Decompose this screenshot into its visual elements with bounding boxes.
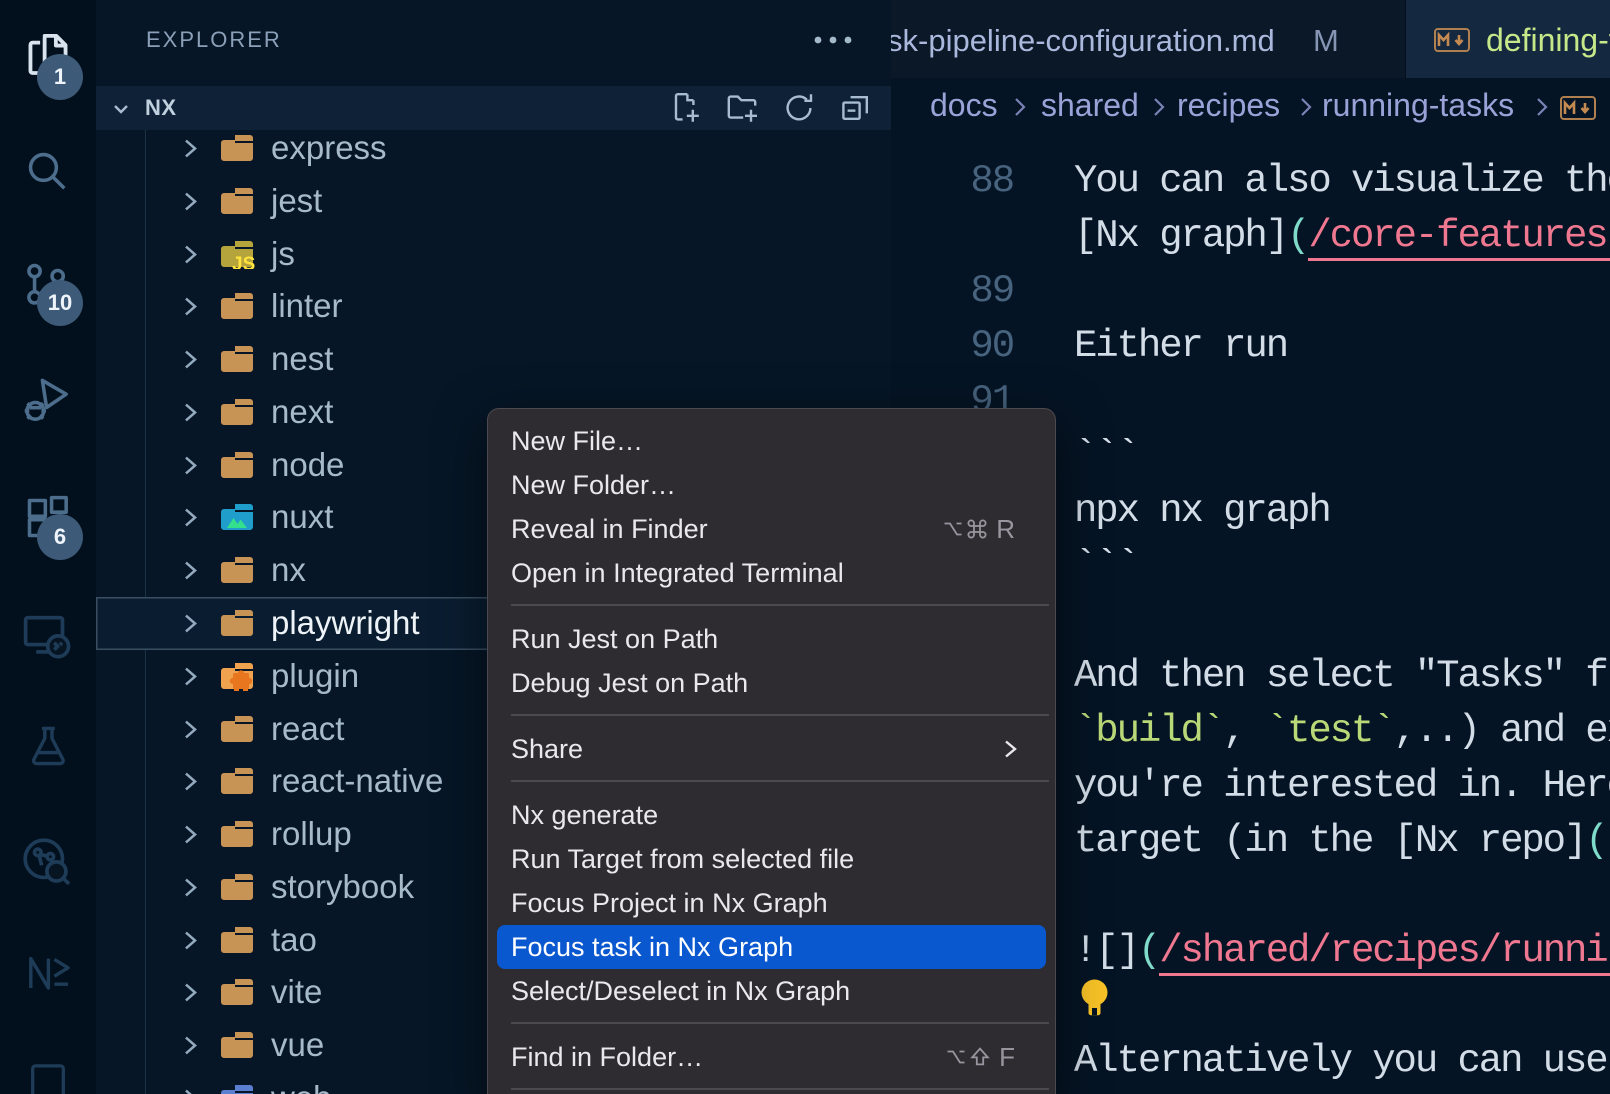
svg-text:JS: JS — [232, 254, 255, 269]
